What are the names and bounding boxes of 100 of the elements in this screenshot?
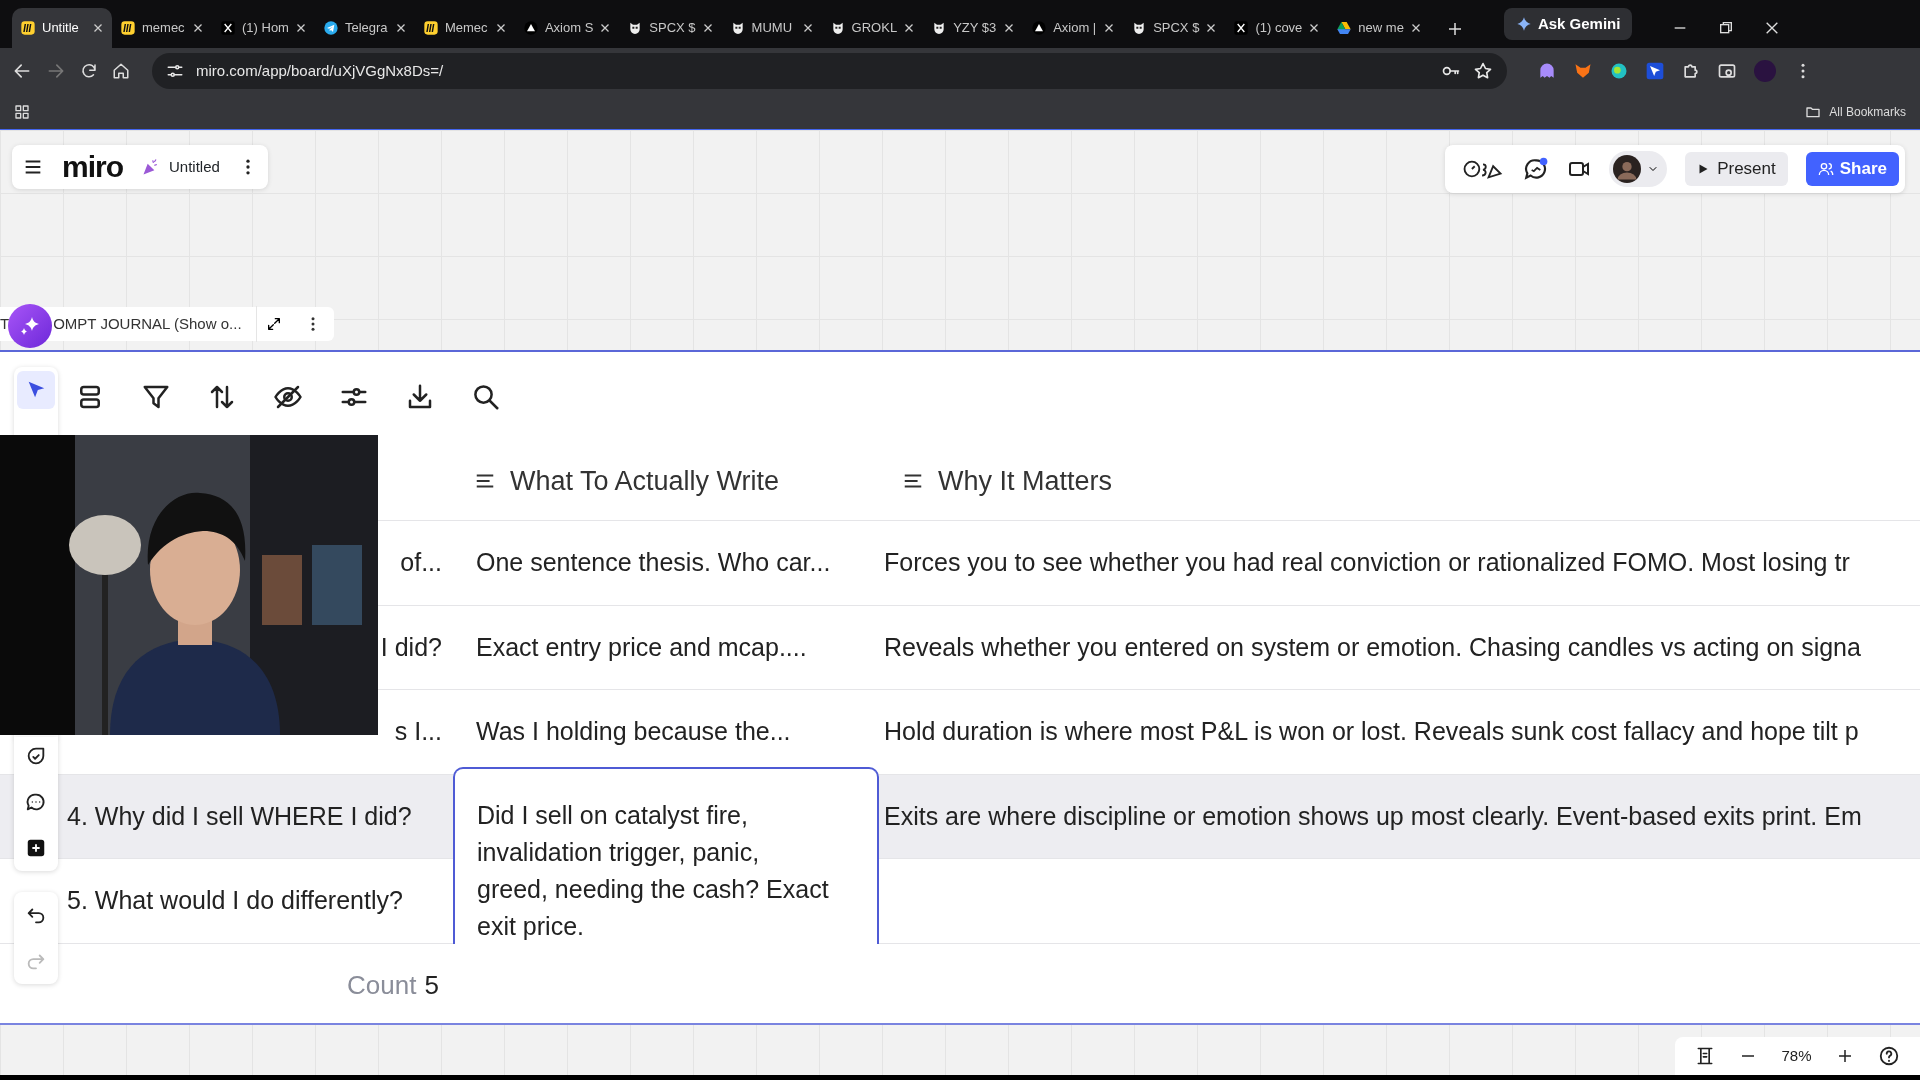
tab-title: Untitle [42, 19, 80, 38]
logo: miro [62, 152, 123, 182]
close-icon[interactable] [1205, 22, 1218, 34]
tab-title: Telegra [344, 19, 389, 38]
table-title: OMPT JOURNAL (Show o... [53, 313, 242, 334]
reload-icon[interactable] [80, 62, 98, 80]
close-icon[interactable] [701, 22, 714, 34]
help-icon[interactable] [1877, 1045, 1900, 1067]
tab-title: YZY $3 [953, 19, 998, 38]
address-bar[interactable]: miro.com/app/board/uXjVGgNx8Ds=/ [152, 53, 1507, 89]
column-header[interactable]: What To Actually Write [510, 460, 780, 502]
zoom-level[interactable]: 78% [1781, 1044, 1812, 1068]
browser-tab[interactable]: new me [1328, 8, 1430, 48]
close-icon[interactable] [801, 22, 814, 34]
browser-tab[interactable]: Axiom S [514, 8, 620, 48]
collaborators-button[interactable] [1609, 151, 1668, 187]
drive-icon [1336, 20, 1353, 36]
browser-tab[interactable]: Telegra [314, 8, 415, 48]
sticker-icon [25, 745, 47, 767]
table-cell-text: Reveals whether you entered on system or emotion. Chasing candles vs acting on signa [884, 631, 1861, 663]
table-cell-text: Forces you to see whether you had real conviction or rationalized FOMO. Most losing tr [884, 547, 1850, 578]
x-icon [220, 20, 236, 36]
avatar-icon [1613, 155, 1642, 183]
tab-title: SPCX $ [1153, 19, 1200, 38]
table-cell-text: Exits are where discipline or emotion shows up most clearly. Event-based exits print. Em [884, 800, 1862, 832]
close-icon[interactable] [192, 22, 204, 34]
table-cell-text: Exact entry price and mcap.... [476, 631, 807, 663]
count-value: 5 [424, 969, 439, 1002]
tab-title: Axiom S [544, 19, 594, 38]
close-icon[interactable] [1103, 22, 1116, 34]
ghost-icon[interactable] [1537, 61, 1557, 81]
column-header[interactable]: Why It Matters [938, 460, 1113, 502]
miro-icon [120, 20, 136, 36]
close-icon[interactable] [903, 22, 916, 34]
puzzle-icon[interactable] [1681, 61, 1701, 81]
table-cell-text: of... [400, 547, 442, 578]
people-icon [1817, 161, 1834, 177]
close-icon[interactable] [394, 22, 407, 34]
star-icon[interactable] [1473, 61, 1493, 81]
close-icon[interactable] [294, 22, 307, 34]
browser-tab[interactable]: MUMU [721, 8, 822, 48]
table-cell-text: Was I holding because the... [476, 716, 791, 747]
miro-icon [20, 20, 36, 36]
close-icon[interactable] [599, 22, 612, 34]
browser-tab[interactable]: (1) cove [1225, 8, 1329, 48]
ask-gemini-button[interactable]: Ask Gemini [1503, 8, 1633, 40]
search-icon[interactable] [471, 382, 501, 412]
tab-title: memec [142, 19, 186, 38]
table-title: T [0, 313, 10, 334]
tab-title: Axiom | [1053, 19, 1098, 38]
close-icon[interactable] [494, 22, 507, 34]
cell-editor[interactable]: Did I sell on catalyst fire, invalidation trigger, panic, greed, needing the cash? Exact exit price. [453, 766, 879, 944]
miro-icon [422, 20, 439, 36]
present-button[interactable]: Present [1685, 152, 1788, 186]
browser-tab[interactable]: Axiom | [1023, 8, 1124, 48]
table-cell-text: I did? [380, 631, 442, 663]
browser-tab[interactable]: YZY $3 [923, 8, 1024, 48]
paper-plane-icon [322, 20, 339, 36]
browser-tab[interactable]: (1) Hom [212, 8, 315, 48]
browser-tab[interactable]: Memec [414, 8, 515, 48]
browser-tab[interactable]: memec [112, 8, 212, 48]
restore-icon[interactable] [1718, 20, 1735, 36]
apps-grid-icon[interactable] [14, 103, 30, 120]
arrow-cursor-icon[interactable] [1645, 61, 1665, 81]
browser-tab[interactable]: SPCX $ [1123, 8, 1226, 48]
tab-title: MUMU [751, 19, 794, 38]
table-cell-text: One sentence thesis. Who car... [476, 547, 831, 578]
table-cell-text: 4. Why did I sell WHERE I did? [67, 800, 412, 832]
tab-title: new me [1358, 19, 1404, 38]
close-icon[interactable] [92, 22, 104, 34]
back-arrow-icon[interactable] [12, 61, 32, 81]
play-icon [1697, 163, 1710, 175]
home-icon[interactable] [112, 62, 130, 80]
tab-title: GROKL [851, 19, 898, 38]
expand-icon [266, 316, 283, 332]
tab-title: (1) Hom [242, 19, 289, 38]
chat-icon[interactable] [1523, 156, 1550, 182]
browser-tab[interactable]: GROKL [821, 8, 924, 48]
add-icon [25, 837, 47, 859]
all-bookmarks-button[interactable]: All Bookmarks [1805, 102, 1906, 121]
tab-title: (1) cove [1255, 19, 1303, 38]
x-icon [1233, 20, 1250, 36]
count-label: Count [347, 969, 417, 1002]
close-icon[interactable] [1409, 22, 1422, 34]
table-cell-text: s I... [394, 716, 442, 747]
ai-sparkle-button[interactable] [8, 304, 52, 348]
table-cell-text: 5. What would I do differently? [67, 885, 403, 916]
tab-title: SPCX $ [649, 19, 696, 38]
table-cell-text: Hold duration is where most P&L is won or lost. Reveals sunk cost fallacy and hope tilt p [884, 716, 1859, 747]
globe-icon[interactable] [1609, 61, 1629, 81]
tab-search-icon[interactable] [1717, 61, 1737, 81]
browser-tab[interactable]: Untitle [12, 8, 112, 48]
share-button[interactable]: Share [1805, 152, 1899, 186]
comment-icon [25, 791, 47, 813]
board-title[interactable]: Untitled [169, 155, 220, 179]
tab-title: Memec [444, 19, 489, 38]
close-icon[interactable] [1003, 22, 1016, 34]
close-icon[interactable] [1308, 22, 1321, 34]
tune-icon [166, 62, 184, 80]
browser-tab[interactable]: SPCX $ [619, 8, 722, 48]
